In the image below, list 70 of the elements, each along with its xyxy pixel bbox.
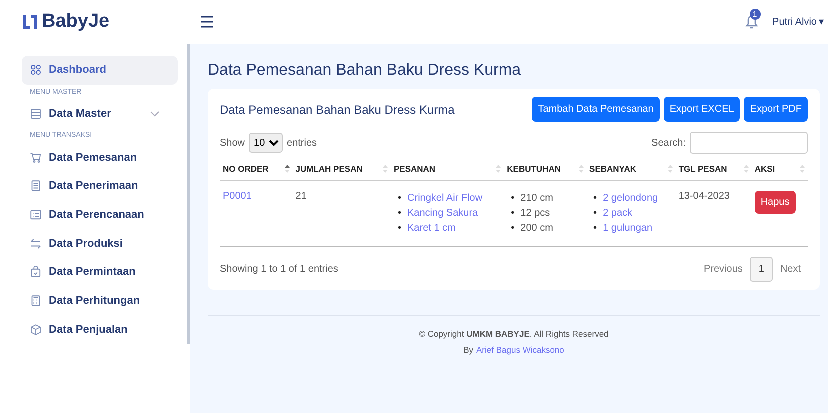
search-field[interactable] (690, 132, 808, 154)
column-header[interactable]: JUMLAH PESAN (296, 164, 363, 174)
card-title: Data Pemesanan Bahan Baku Dress Kurma (220, 102, 456, 116)
sidebar-item[interactable]: Data Permintaan (22, 258, 178, 287)
notification-badge: 1 (750, 9, 761, 20)
list-bullet: • (511, 207, 515, 221)
sidebar-item[interactable]: Data Perhitungan (22, 286, 178, 316)
box-icon (30, 324, 42, 336)
column-header[interactable]: AKSI (754, 164, 776, 174)
item-link[interactable]: 1 gulungan (603, 221, 653, 236)
entries-label: entries (287, 138, 318, 148)
sort-icon[interactable] (284, 165, 290, 173)
item-link[interactable]: 2 gelondong (603, 191, 658, 206)
sidebar-item[interactable]: Data Master (22, 100, 178, 128)
list-bullet: • (511, 192, 515, 206)
sidebar-item[interactable]: Data Pemesanan (22, 143, 178, 172)
page-button[interactable]: 1 (750, 257, 774, 282)
table-cell: 13-04-2023 (678, 191, 730, 202)
table-info: Showing 1 to 1 of 1 entries (220, 264, 338, 275)
list-bullet: • (398, 207, 402, 221)
table-cell: 21 (296, 191, 307, 202)
brand-name[interactable]: BabyJe (42, 11, 110, 33)
column-header[interactable]: PESANAN (394, 164, 436, 174)
list-bullet: • (511, 222, 515, 236)
action-button[interactable]: Export PDF (744, 97, 808, 122)
by-label: By (464, 345, 474, 355)
pagination-link[interactable]: Previous (696, 258, 750, 281)
pagination-link[interactable]: Next (773, 258, 808, 281)
grid-icon (30, 64, 42, 76)
action-button[interactable]: Tambah Data Pemesanan (532, 97, 660, 122)
delete-button[interactable]: Hapus (754, 191, 796, 214)
column-header[interactable]: NO ORDER (223, 164, 269, 174)
item-link[interactable]: Kancing Sakura (408, 206, 478, 221)
list-item: 200 cm (520, 222, 554, 236)
order-link[interactable]: P0001 (223, 191, 252, 202)
document-icon (30, 180, 42, 192)
list-bullet: • (398, 192, 402, 206)
sidebar-item[interactable]: Data Perencanaan (22, 200, 178, 230)
item-link[interactable]: Cringkel Air Flow (408, 191, 483, 206)
column-header[interactable]: KEBUTUHAN (507, 164, 561, 174)
arrows-icon (30, 238, 42, 250)
list-bullet: • (594, 222, 598, 236)
show-label: Show (220, 138, 246, 148)
sidebar-item[interactable]: Data Produksi (22, 229, 178, 258)
item-link[interactable]: Karet 1 cm (408, 221, 456, 236)
sidebar-item[interactable]: Data Penjualan (22, 315, 178, 344)
menu-icon[interactable] (200, 15, 214, 29)
author-link[interactable]: Arief Bagus Wicaksono (476, 345, 564, 355)
column-header[interactable]: TGL PESAN (678, 164, 728, 174)
list-bullet: • (594, 192, 598, 206)
list-item: 210 cm (520, 192, 554, 206)
copyright-text: © Copyright UMKM BABYJE. All Rights Reserved (419, 329, 609, 339)
list-item: 12 pcs (520, 207, 550, 221)
user-menu[interactable]: Putri Alvio ▾ (772, 16, 824, 28)
item-link[interactable]: 2 pack (603, 206, 633, 221)
calculator-icon (30, 295, 42, 308)
sidebar-item[interactable]: Data Penerimaan (22, 172, 178, 201)
page-title: Data Pemesanan Bahan Baku Dress Kurma (208, 62, 522, 80)
logo-icon (22, 14, 38, 30)
list-bullet: • (594, 207, 598, 221)
search-label: Search: (652, 138, 686, 148)
column-header[interactable]: SEBANYAK (590, 164, 636, 174)
action-button[interactable]: Export EXCEL (664, 97, 740, 122)
list-bullet: • (398, 222, 402, 236)
list-icon (30, 209, 42, 222)
entries-select[interactable]: 10 (249, 133, 284, 153)
stack-icon (30, 108, 42, 120)
sidebar-item[interactable]: Dashboard (22, 56, 178, 85)
bag-icon (30, 266, 42, 278)
cart-icon (30, 152, 42, 164)
